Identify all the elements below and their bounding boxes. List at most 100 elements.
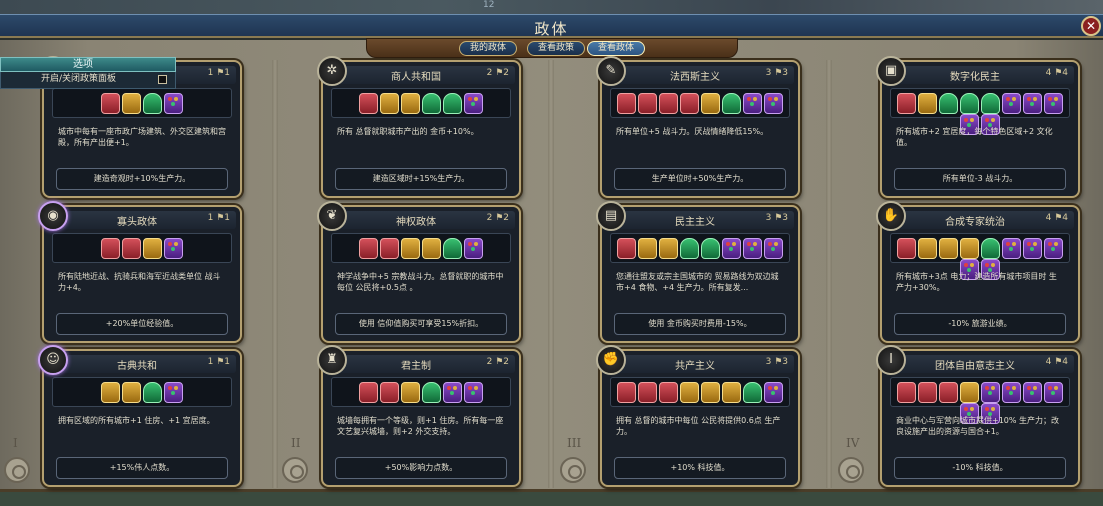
policy-slot-diplomatic[interactable] bbox=[680, 238, 699, 259]
policy-slot-economic[interactable] bbox=[659, 238, 678, 259]
policy-slot-diplomatic[interactable] bbox=[143, 382, 162, 403]
policy-slot-economic[interactable] bbox=[380, 93, 399, 114]
policy-slot-military[interactable] bbox=[380, 238, 399, 259]
policy-slot-wildcard[interactable] bbox=[764, 382, 783, 403]
policy-slot-wildcard[interactable] bbox=[1044, 382, 1063, 403]
policy-slot-diplomatic[interactable] bbox=[743, 382, 762, 403]
tab-my-government[interactable]: 我的政体 bbox=[459, 41, 517, 56]
government-card[interactable]: ♜ 君主制 2 ⚑2 城墙每拥有一个等级，则+1 住房。所有每一座文艺复兴城墙，… bbox=[317, 345, 521, 487]
policy-slot-economic[interactable] bbox=[918, 238, 937, 259]
policy-slot-economic[interactable] bbox=[401, 382, 420, 403]
policy-slot-economic[interactable] bbox=[960, 238, 979, 259]
government-name: 寡头政体 bbox=[117, 217, 157, 228]
government-card[interactable]: ✊ 共产主义 3 ⚑3 拥有 总督的城市中每位 公民将提供0.6点 生产力。 +… bbox=[596, 345, 800, 487]
policy-slot-diplomatic[interactable] bbox=[981, 238, 1000, 259]
policy-slot-wildcard[interactable] bbox=[464, 93, 483, 114]
policy-slot-diplomatic[interactable] bbox=[722, 93, 741, 114]
policy-slot-wildcard[interactable] bbox=[164, 238, 183, 259]
legacy-bonus: 所有单位-3 战斗力。 bbox=[894, 168, 1066, 190]
policy-slot-economic[interactable] bbox=[918, 93, 937, 114]
policy-slot-military[interactable] bbox=[897, 93, 916, 114]
policy-slot-wildcard[interactable] bbox=[464, 382, 483, 403]
policy-slot-wildcard[interactable] bbox=[743, 93, 762, 114]
policy-slot-economic[interactable] bbox=[701, 382, 720, 403]
policy-slot-wildcard[interactable] bbox=[1044, 93, 1063, 114]
policy-slot-economic[interactable] bbox=[122, 93, 141, 114]
government-card[interactable]: ✲ 商人共和国 2 ⚑2 所有 总督就职城市产出的 金币+10%。 建造区域时+… bbox=[317, 56, 521, 198]
policy-slot-economic[interactable] bbox=[638, 238, 657, 259]
policy-slot-diplomatic[interactable] bbox=[143, 93, 162, 114]
policy-slot-economic[interactable] bbox=[422, 238, 441, 259]
policy-slot-military[interactable] bbox=[359, 93, 378, 114]
policy-slot-wildcard[interactable] bbox=[164, 382, 183, 403]
policy-slot-economic[interactable] bbox=[122, 382, 141, 403]
policy-slot-military[interactable] bbox=[659, 93, 678, 114]
policy-slot-military[interactable] bbox=[939, 382, 958, 403]
policy-slot-diplomatic[interactable] bbox=[443, 238, 462, 259]
policy-slot-diplomatic[interactable] bbox=[960, 93, 979, 114]
policy-slot-wildcard[interactable] bbox=[1023, 382, 1042, 403]
policy-slot-economic[interactable] bbox=[680, 382, 699, 403]
policy-slot-military[interactable] bbox=[897, 382, 916, 403]
policy-slot-military[interactable] bbox=[617, 382, 636, 403]
close-button[interactable]: ✕ bbox=[1081, 16, 1101, 36]
policy-slot-wildcard[interactable] bbox=[743, 238, 762, 259]
government-card[interactable]: ✎ 法西斯主义 3 ⚑3 所有单位+5 战斗力。厌战情绪降低15%。 生产单位时… bbox=[596, 56, 800, 198]
policy-slot-wildcard[interactable] bbox=[443, 382, 462, 403]
policy-slot-diplomatic[interactable] bbox=[701, 238, 720, 259]
government-card[interactable]: ◉ 寡头政体 1 ⚑1 所有陆地近战、抗骑兵和海军近战类单位 战斗力+4。 +2… bbox=[38, 201, 242, 343]
policy-slot-military[interactable] bbox=[617, 93, 636, 114]
policy-slot-military[interactable] bbox=[359, 238, 378, 259]
policy-slot-economic[interactable] bbox=[101, 382, 120, 403]
policy-slot-wildcard[interactable] bbox=[1002, 382, 1021, 403]
policy-slot-military[interactable] bbox=[918, 382, 937, 403]
policy-slot-military[interactable] bbox=[122, 238, 141, 259]
policy-slot-military[interactable] bbox=[659, 382, 678, 403]
policy-slot-military[interactable] bbox=[638, 382, 657, 403]
policy-slot-military[interactable] bbox=[680, 93, 699, 114]
policy-slot-wildcard[interactable] bbox=[981, 382, 1000, 403]
policy-slot-diplomatic[interactable] bbox=[422, 382, 441, 403]
policy-slot-wildcard[interactable] bbox=[764, 238, 783, 259]
tab-view-governments[interactable]: 查看政体 bbox=[587, 41, 645, 56]
policy-slot-economic[interactable] bbox=[939, 238, 958, 259]
policy-slot-economic[interactable] bbox=[701, 93, 720, 114]
policy-slot-economic[interactable] bbox=[143, 238, 162, 259]
policy-slot-economic[interactable] bbox=[401, 93, 420, 114]
policy-slot-military[interactable] bbox=[897, 238, 916, 259]
policy-slot-economic[interactable] bbox=[401, 238, 420, 259]
government-card[interactable]: ☺ 古典共和 1 ⚑1 拥有区域的所有城市+1 住房、+1 宜居度。 +15%伟… bbox=[38, 345, 242, 487]
policy-slot-economic[interactable] bbox=[722, 382, 741, 403]
policy-slot-diplomatic[interactable] bbox=[939, 93, 958, 114]
policy-slot-military[interactable] bbox=[101, 238, 120, 259]
policy-slot-military[interactable] bbox=[101, 93, 120, 114]
policy-slot-military[interactable] bbox=[359, 382, 378, 403]
policy-slot-military[interactable] bbox=[617, 238, 636, 259]
policy-slot-military[interactable] bbox=[638, 93, 657, 114]
policy-slot-economic[interactable] bbox=[960, 382, 979, 403]
policy-slot-diplomatic[interactable] bbox=[443, 93, 462, 114]
policy-slot-wildcard[interactable] bbox=[1002, 93, 1021, 114]
policy-slot-wildcard[interactable] bbox=[1044, 238, 1063, 259]
policy-slot-diplomatic[interactable] bbox=[981, 93, 1000, 114]
policy-slots bbox=[52, 233, 232, 263]
government-card[interactable]: ✋ 合成专家统治 4 ⚑4 所有城市+3点 电力；建造所有城市项目时 生产力+3… bbox=[876, 201, 1080, 343]
policy-slot-wildcard[interactable] bbox=[464, 238, 483, 259]
inherent-bonus: 您通往盟友或宗主国城市的 贸易路线为双边城市+4 食物、+4 生产力。所有复发.… bbox=[616, 272, 779, 292]
government-card[interactable]: ❦ 神权政体 2 ⚑2 神学战争中+5 宗教战斗力。总督就职的城市中每位 公民将… bbox=[317, 201, 521, 343]
policy-slot-wildcard[interactable] bbox=[764, 93, 783, 114]
toggle-policy-panel-checkbox[interactable] bbox=[158, 75, 167, 84]
policy-slot-wildcard[interactable] bbox=[164, 93, 183, 114]
policy-slot-wildcard[interactable] bbox=[1002, 238, 1021, 259]
government-card[interactable]: ▤ 民主主义 3 ⚑3 您通往盟友或宗主国城市的 贸易路线为双边城市+4 食物、… bbox=[596, 201, 800, 343]
policy-slot-military[interactable] bbox=[380, 382, 399, 403]
options-header[interactable]: 选项 bbox=[0, 57, 176, 72]
policy-slot-wildcard[interactable] bbox=[1023, 93, 1042, 114]
policy-slot-wildcard[interactable] bbox=[722, 238, 741, 259]
toggle-policy-panel-row[interactable]: 开启/关闭政策面板 bbox=[0, 72, 176, 89]
government-card[interactable]: Ⅰ 团体自由意志主义 4 ⚑4 商业中心与军营向城市提供+10% 生产力；改良设… bbox=[876, 345, 1080, 487]
policy-slot-wildcard[interactable] bbox=[1023, 238, 1042, 259]
policy-slot-diplomatic[interactable] bbox=[422, 93, 441, 114]
tab-view-policies[interactable]: 查看政策 bbox=[527, 41, 585, 56]
government-card[interactable]: ▣ 数字化民主 4 ⚑4 所有城市+2 宜居度，每个特色区域+2 文化值。 所有… bbox=[876, 56, 1080, 198]
